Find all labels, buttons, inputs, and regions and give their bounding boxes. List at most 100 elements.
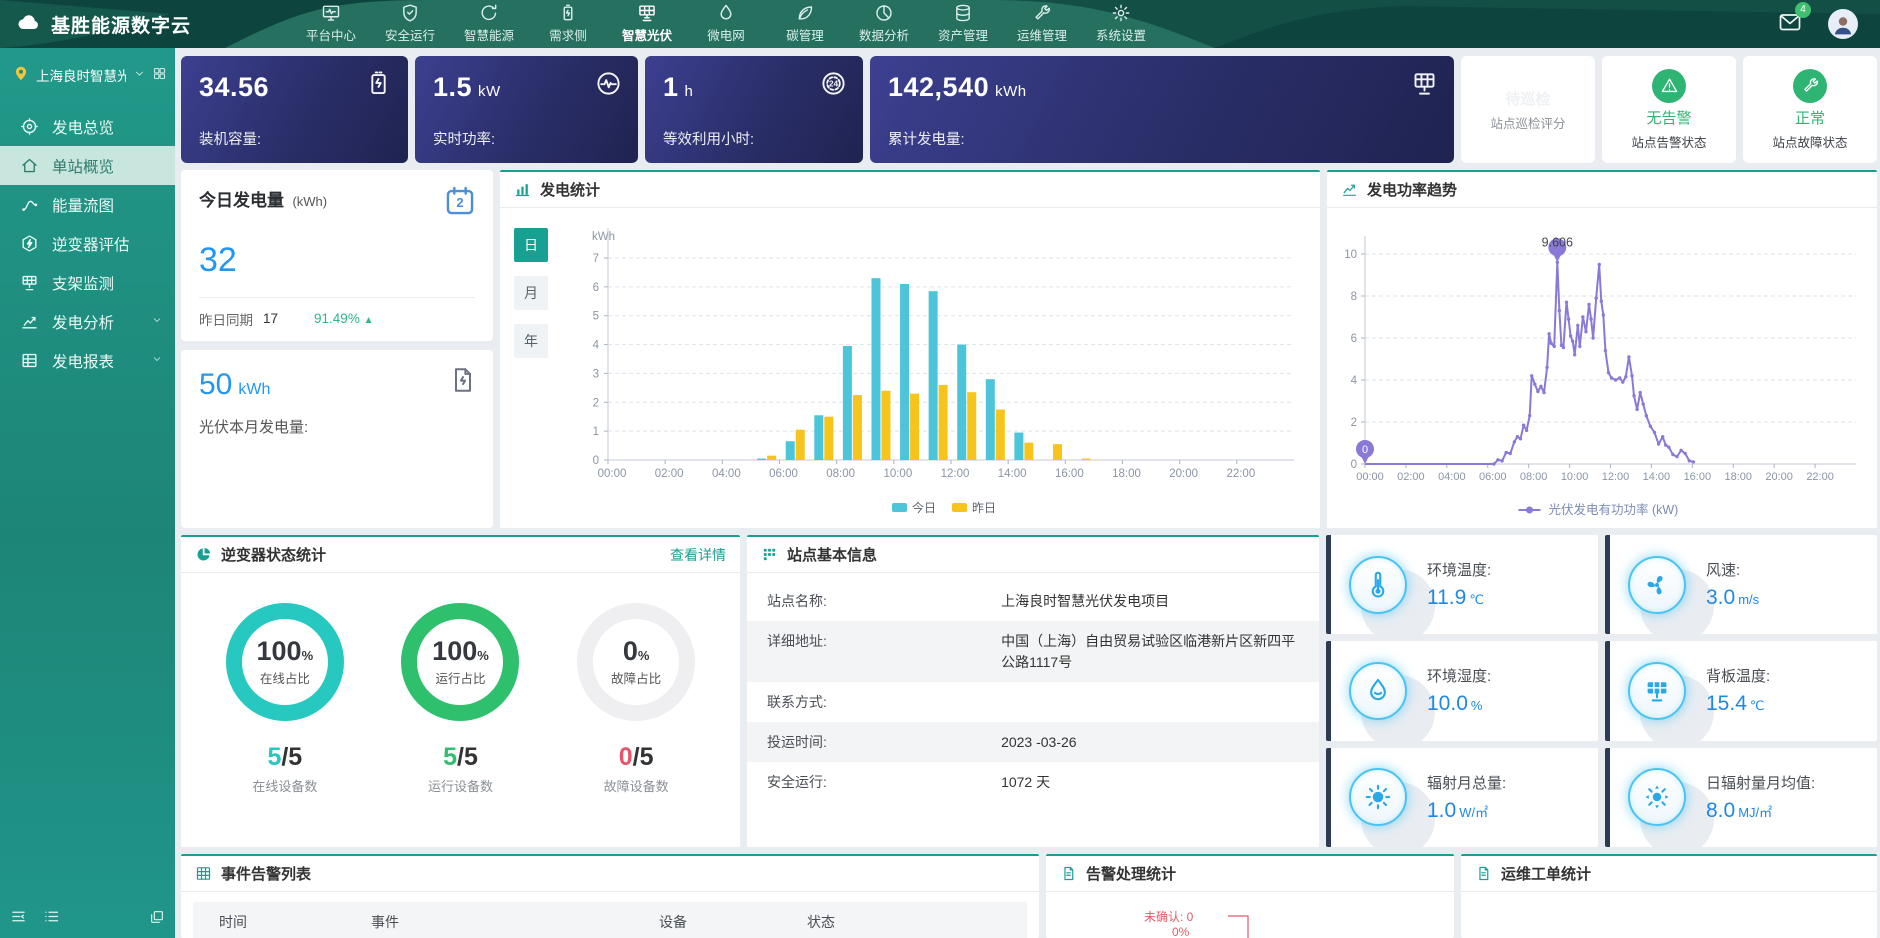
sensor-unit: ℃ — [1750, 698, 1765, 713]
donut-percent: 100% — [257, 638, 314, 665]
compare-label: 昨日同期 — [199, 309, 253, 329]
inverter-status-panel: 逆变器状态统计 查看详情 100%在线占比5/5在线设备数100%运行占比5/5… — [181, 535, 740, 847]
nav-item-智慧能源[interactable]: 智慧能源 — [463, 3, 515, 44]
inverter-donut-运行设备数: 100%运行占比5/5运行设备数 — [401, 603, 519, 795]
stat-value: 1h — [663, 72, 845, 103]
info-label: 站点名称: — [767, 591, 1001, 611]
leaf-icon — [795, 3, 815, 23]
device-count-label: 运行设备数 — [428, 776, 493, 795]
donut-percent-label: 在线占比 — [260, 668, 310, 687]
info-row-安全运行: 安全运行:1072 天 — [747, 762, 1319, 802]
apps-grid-icon[interactable] — [152, 66, 167, 84]
donut-percent-label: 运行占比 — [435, 668, 485, 687]
month-generation-card: 50kWh 光伏本月发电量: — [181, 350, 493, 529]
today-generation-title: 今日发电量 — [199, 191, 284, 210]
sidebar-item-label: 支架监测 — [52, 272, 114, 294]
svg-text:18:00: 18:00 — [1112, 468, 1141, 480]
nav-item-运维管理[interactable]: 运维管理 — [1016, 3, 1068, 44]
tab-年[interactable]: 年 — [514, 324, 548, 358]
apps-grid-icon — [152, 66, 167, 81]
home-icon — [20, 156, 39, 175]
status-card-站点告警状态: 无告警站点告警状态 — [1602, 56, 1736, 163]
info-value: 1072 天 — [1001, 772, 1299, 792]
doc-bolt-icon — [449, 366, 477, 399]
bar-chart-icon — [514, 181, 531, 198]
nav-item-资产管理[interactable]: 资产管理 — [937, 3, 989, 44]
battery-icon — [558, 3, 578, 23]
alert-triangle-icon — [1660, 76, 1679, 95]
thermometer-icon — [1363, 570, 1393, 600]
sidebar-item-单站概览[interactable]: 单站概览 — [0, 146, 175, 185]
top-menu: 平台中心安全运行 智慧能源需求侧智慧光伏 微电网碳管理数据分析资产管理 运维管理 系统设… — [305, 3, 1147, 44]
alarm-unconfirmed-percent: 0% — [1172, 925, 1193, 938]
nav-item-微电网[interactable]: 微电网 — [700, 3, 752, 44]
change-percent: 91.49% ▲ — [314, 311, 373, 326]
list-icon[interactable] — [43, 908, 60, 930]
month-generation-label: 光伏本月发电量: — [199, 416, 475, 437]
info-label: 安全运行: — [767, 772, 1001, 792]
sidebar: 上海良时智慧光伏... 发电总览单站概览能量流图逆变器评估支架监测发电分析发电报… — [0, 48, 175, 938]
flow-icon — [20, 195, 39, 214]
pie-chart-icon — [195, 546, 212, 563]
nav-item-碳管理[interactable]: 碳管理 — [779, 3, 831, 44]
event-column-时间: 时间 — [219, 912, 371, 932]
nav-item-label: 资产管理 — [938, 25, 988, 44]
donut-ring: 100% 在线占比 — [226, 603, 344, 721]
chevron-down-icon — [133, 67, 146, 83]
app-logo: 基胜能源数字云 — [16, 9, 191, 40]
view-details-link[interactable]: 查看详情 — [670, 545, 726, 565]
windows-icon[interactable] — [149, 909, 165, 930]
sensor-label: 风速: — [1706, 559, 1759, 580]
svg-text:3: 3 — [593, 368, 599, 380]
nav-item-label: 安全运行 — [385, 25, 435, 44]
event-column-设备: 设备 — [659, 912, 807, 932]
top-nav: 基胜能源数字云 平台中心安全运行 智慧能源需求侧智慧光伏 微电网碳管理数据分析资产管… — [0, 0, 1880, 48]
info-value: 上海良时智慧光伏发电项目 — [1001, 591, 1299, 611]
sidebar-item-能量流图[interactable]: 能量流图 — [0, 185, 175, 224]
svg-text:12:00: 12:00 — [941, 468, 970, 480]
svg-text:10:00: 10:00 — [1561, 471, 1589, 483]
nav-item-label: 智慧光伏 — [622, 25, 672, 44]
nav-item-安全运行[interactable]: 安全运行 — [384, 3, 436, 44]
user-avatar[interactable] — [1828, 9, 1858, 39]
event-alarm-list-title: 事件告警列表 — [221, 863, 311, 884]
sensor-unit: W/㎡ — [1459, 805, 1488, 820]
sensor-card-环境温度: 环境温度:11.9℃ — [1326, 535, 1598, 634]
menu-fold-icon[interactable] — [10, 908, 27, 930]
gear-icon — [1111, 3, 1131, 23]
nav-item-需求侧[interactable]: 需求侧 — [542, 3, 594, 44]
nav-item-数据分析[interactable]: 数据分析 — [858, 3, 910, 44]
svg-text:8: 8 — [1351, 291, 1357, 303]
svg-text:7: 7 — [593, 253, 599, 265]
sidebar-item-逆变器评估[interactable]: 逆变器评估 — [0, 224, 175, 263]
site-selector[interactable]: 上海良时智慧光伏... — [0, 48, 175, 99]
doc-icon — [1475, 865, 1492, 882]
site-info-panel: 站点基本信息 站点名称:上海良时智慧光伏发电项目详细地址:中国（上海）自由贸易试… — [747, 535, 1319, 847]
tab-日[interactable]: 日 — [514, 228, 548, 262]
nav-item-智慧光伏[interactable]: 智慧光伏 — [621, 3, 673, 44]
sidebar-item-发电报表[interactable]: 发电报表 — [0, 341, 175, 380]
drop-icon — [716, 3, 736, 23]
svg-text:02:00: 02:00 — [1397, 471, 1425, 483]
tab-月[interactable]: 月 — [514, 276, 548, 310]
svg-text:kWh: kWh — [592, 231, 615, 243]
nav-item-平台中心[interactable]: 平台中心 — [305, 3, 357, 44]
main-content: 34.56装机容量:1.5kW实时功率:1h等效利用小时:24142,540kW… — [175, 48, 1880, 938]
sidebar-menu: 发电总览单站概览能量流图逆变器评估支架监测发电分析发电报表 — [0, 107, 175, 380]
messages-button[interactable]: 4 — [1778, 10, 1802, 39]
cloud-icon — [16, 9, 42, 35]
sun-icon — [1363, 782, 1393, 812]
sidebar-item-发电分析[interactable]: 发电分析 — [0, 302, 175, 341]
sensor-value: 15.4℃ — [1706, 692, 1770, 716]
trend-icon — [1341, 181, 1358, 198]
nav-item-系统设置[interactable]: 系统设置 — [1095, 3, 1147, 44]
info-row-站点名称: 站点名称:上海良时智慧光伏发电项目 — [747, 581, 1319, 621]
sensor-card-日辐射量月均值: 日辐射量月均值:8.0MJ/㎡ — [1605, 748, 1877, 847]
status-label: 站点故障状态 — [1772, 132, 1847, 151]
sidebar-item-发电总览[interactable]: 发电总览 — [0, 107, 175, 146]
svg-text:20:00: 20:00 — [1169, 468, 1198, 480]
sidebar-item-支架监测[interactable]: 支架监测 — [0, 263, 175, 302]
nav-item-label: 运维管理 — [1017, 25, 1067, 44]
battery-charge-icon — [365, 70, 392, 97]
inverter-icon — [20, 234, 39, 253]
